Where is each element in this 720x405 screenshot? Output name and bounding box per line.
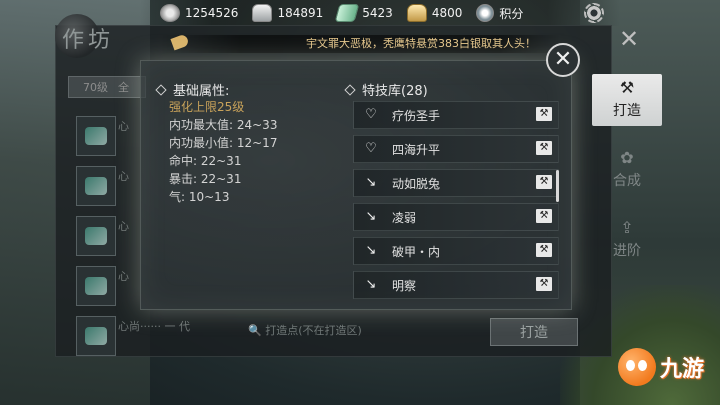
skill-name: 动如脱兔 <box>392 176 441 191</box>
jiuyou-logo: 九游 <box>618 345 718 389</box>
recipe-item-3[interactable] <box>76 216 116 256</box>
currency-bar: 1254526 184891 5423 4800 积分 <box>140 0 620 26</box>
skill-row[interactable]: ↘ 明察 ⚒ <box>353 271 559 299</box>
recipe-item-5-label: 心尚······ 一 代 <box>118 318 190 334</box>
recipe-item-1[interactable] <box>76 116 116 156</box>
diamond-bullet-icon <box>155 83 167 96</box>
attr-crit: 暴击: 22~31 <box>169 172 242 186</box>
base-attributes-title-text: 基础属性: <box>173 84 230 99</box>
tab-craft[interactable]: ⚒ 打造 <box>592 74 662 126</box>
popup-close-button[interactable]: ✕ <box>546 43 580 77</box>
workshop-title: 作坊 <box>62 28 115 53</box>
currency-points[interactable]: 积分 <box>476 4 523 22</box>
recipe-item-5-suffix: ······ 一 代 <box>140 320 190 333</box>
mascot-face-icon <box>618 348 656 386</box>
recipe-item-2-label: 心 <box>118 170 129 183</box>
currency-coin: 1254526 <box>160 4 238 22</box>
recipe-item-3-label: 心 <box>118 220 129 233</box>
tab-advance-label: 进阶 <box>613 243 641 259</box>
skill-name: 凌弱 <box>392 210 417 225</box>
craft-button[interactable]: 打造 <box>490 318 578 346</box>
coin-icon <box>160 4 180 22</box>
tab-advance[interactable]: ⇪ 进阶 <box>592 214 662 266</box>
diamond-bullet-icon <box>344 83 356 96</box>
currency-gold-value: 4800 <box>431 6 463 20</box>
skill-name: 四海升平 <box>392 142 441 157</box>
points-icon <box>476 4 495 22</box>
currency-silver: 184891 <box>252 4 323 22</box>
attr-inner-min: 内功最小值: 12~17 <box>169 136 278 150</box>
gold-ingot-icon <box>406 4 427 22</box>
attr-qi: 气: 10~13 <box>169 190 230 204</box>
craft-point-placeholder: 打造点(不在打造区) <box>265 324 362 337</box>
craft-point-search[interactable]: 🔍 打造点(不在打造区) <box>248 320 478 342</box>
skill-list[interactable]: ♡ 疗伤圣手 ⚒ ♡ 四海升平 ⚒ ↘ 动如脱兔 ⚒ ↘ 凌弱 ⚒ ↘ 破甲・内… <box>353 101 559 305</box>
attribute-list: 强化上限25级 内功最大值: 24~33 内功最小值: 12~17 命中: 22… <box>169 98 277 206</box>
skill-library-title-text: 特技库(28) <box>362 84 428 99</box>
sword-icon: ↘ <box>365 209 377 224</box>
skill-name: 破甲・内 <box>392 244 441 259</box>
tab-merge[interactable]: ✿ 合成 <box>592 144 662 196</box>
advance-icon: ⇪ <box>620 218 634 237</box>
attr-enhance-cap: 强化上限25级 <box>169 100 245 114</box>
currency-jade-value: 5423 <box>362 6 393 20</box>
logo-text: 九游 <box>660 357 705 382</box>
skill-row[interactable]: ↘ 破甲・内 ⚒ <box>353 237 559 265</box>
hammer-tag-icon: ⚒ <box>536 277 552 291</box>
silver-ingot-icon <box>252 4 273 22</box>
skill-row[interactable]: ↘ 动如脱兔 ⚒ <box>353 169 559 197</box>
attr-inner-max: 内功最大值: 24~33 <box>169 118 278 132</box>
sword-icon: ↘ <box>365 243 377 258</box>
level-filter[interactable]: 70级全 <box>68 76 146 98</box>
recipe-item-4[interactable] <box>76 266 116 306</box>
hammer-tag-icon: ⚒ <box>536 243 552 257</box>
skill-name: 明察 <box>392 278 417 293</box>
merge-icon: ✿ <box>620 148 634 167</box>
currency-jade: 5423 <box>334 4 393 22</box>
level-filter-label: 70级 <box>83 81 108 94</box>
skill-library-title: 特技库(28) <box>344 80 428 99</box>
anvil-icon: ⚒ <box>619 78 635 97</box>
sword-icon: ↘ <box>365 175 377 190</box>
announcement-banner: 宇文罪大恶极，秃鹰特悬赏383白银取其人头！ <box>160 35 560 53</box>
currency-coin-value: 1254526 <box>185 6 239 20</box>
recipe-item-2[interactable] <box>76 166 116 206</box>
tab-merge-label: 合成 <box>613 173 641 189</box>
workshop-tabs: ⚒ 打造 ✿ 合成 ⇪ 进阶 <box>592 74 662 284</box>
skill-name: 疗伤圣手 <box>392 108 441 123</box>
recipe-item-5[interactable] <box>76 316 116 356</box>
hammer-tag-icon: ⚒ <box>536 107 552 121</box>
heart-icon: ♡ <box>365 141 377 156</box>
skill-row[interactable]: ↘ 凌弱 ⚒ <box>353 203 559 231</box>
skill-row[interactable]: ♡ 疗伤圣手 ⚒ <box>353 101 559 129</box>
level-filter-all: 全 <box>118 81 129 94</box>
workshop-close-icon[interactable]: ✕ <box>616 26 642 52</box>
sword-icon: ↘ <box>365 277 377 292</box>
recipe-item-1-label: 心 <box>118 120 129 133</box>
recipe-item-5-name: 心尚 <box>118 320 140 333</box>
recipe-item-4-label: 心 <box>118 270 129 283</box>
skill-row[interactable]: ♡ 四海升平 ⚒ <box>353 135 559 163</box>
base-attributes-title: 基础属性: <box>155 80 230 99</box>
currency-silver-value: 184891 <box>277 6 324 20</box>
settings-gear-icon[interactable] <box>584 3 604 23</box>
heart-icon: ♡ <box>365 107 377 122</box>
hammer-tag-icon: ⚒ <box>536 141 552 155</box>
currency-points-label: 积分 <box>499 6 524 21</box>
attr-hit: 命中: 22~31 <box>169 154 242 168</box>
currency-gold: 4800 <box>406 4 463 22</box>
hammer-tag-icon: ⚒ <box>536 209 552 223</box>
hammer-tag-icon: ⚒ <box>536 175 552 189</box>
jade-ticket-icon <box>334 4 360 22</box>
tab-craft-label: 打造 <box>613 103 641 119</box>
skill-list-scrollbar[interactable] <box>556 170 559 202</box>
